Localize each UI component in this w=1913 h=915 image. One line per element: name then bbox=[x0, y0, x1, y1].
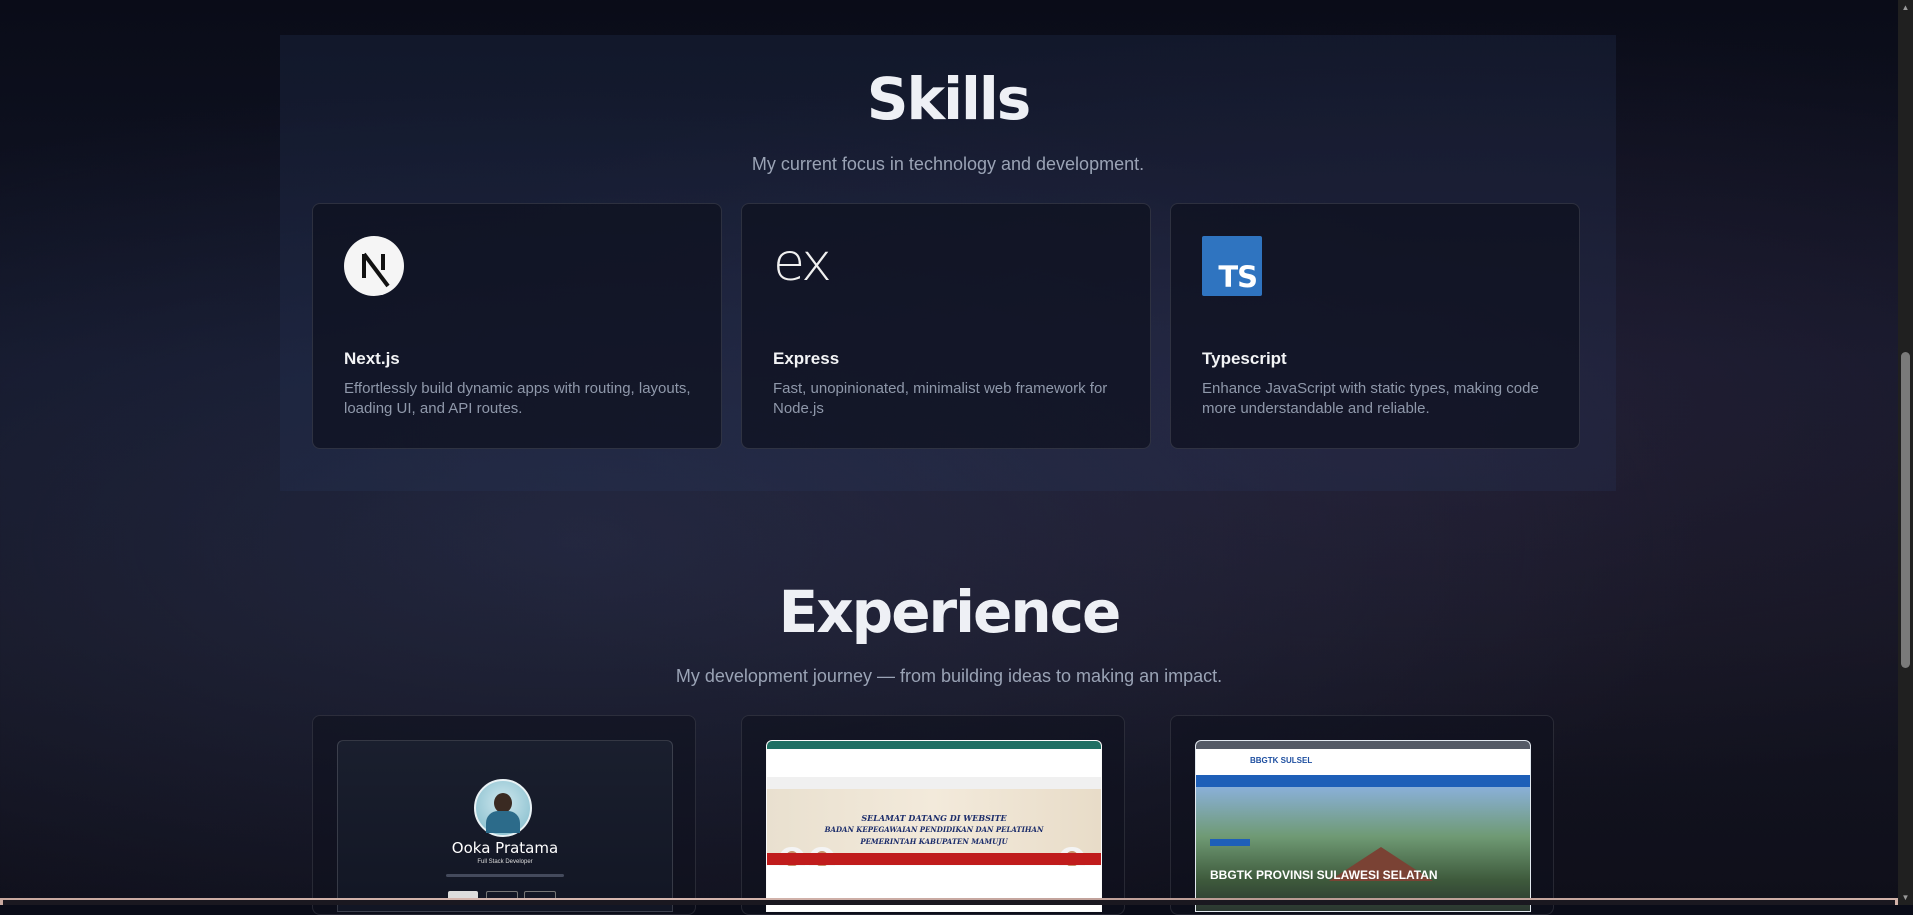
skill-description: Fast, unopinionated, minimalist web fram… bbox=[773, 380, 1108, 417]
express-icon: ex bbox=[773, 236, 833, 296]
hero-title: BBGTK PROVINSI SULAWESI SELATAN bbox=[1210, 868, 1438, 882]
shot-text-line bbox=[446, 874, 564, 877]
experience-card-portfolio[interactable]: Ooka Pratama Full Stack Developer bbox=[312, 715, 696, 915]
site-header bbox=[767, 749, 1101, 778]
skill-description: Enhance JavaScript with static types, ma… bbox=[1202, 380, 1539, 417]
project-screenshot: Ooka Pratama Full Stack Developer bbox=[337, 740, 673, 912]
experience-card-bbgtk[interactable]: BBGTK SULSEL BBGTK PROVINSI SULAWESI SEL… bbox=[1170, 715, 1554, 915]
hero-image bbox=[1196, 787, 1530, 911]
skill-description: Effortlessly build dynamic apps with rou… bbox=[344, 380, 691, 417]
window-border-inner bbox=[3, 900, 1895, 905]
experience-title: Experience bbox=[778, 578, 1122, 646]
project-screenshot: SELAMAT DATANG DI WEBSITE BADAN KEPEGAWA… bbox=[766, 740, 1102, 912]
banner-strip bbox=[767, 853, 1101, 865]
skill-card-typescript[interactable]: TS Typescript Enhance JavaScript with st… bbox=[1170, 203, 1580, 449]
site-nav bbox=[1196, 775, 1530, 787]
avatar bbox=[474, 779, 532, 837]
skill-card-express[interactable]: ex Express Fast, unopinionated, minimali… bbox=[741, 203, 1151, 449]
nextjs-icon bbox=[344, 236, 404, 296]
scrollbar-thumb[interactable] bbox=[1901, 352, 1910, 668]
banner-line: SELAMAT DATANG DI WEBSITE bbox=[861, 813, 1007, 823]
experience-card-bkpp[interactable]: SELAMAT DATANG DI WEBSITE BADAN KEPEGAWA… bbox=[741, 715, 1125, 915]
typescript-logo-text: TS bbox=[1218, 260, 1258, 294]
skills-title: Skills bbox=[866, 65, 1032, 133]
page: Skills My current focus in technology an… bbox=[0, 0, 1898, 915]
skill-name: Express bbox=[773, 349, 840, 368]
skills-subtitle: My current focus in technology and devel… bbox=[751, 154, 1145, 174]
skill-name: Next.js bbox=[344, 349, 400, 368]
skill-name: Typescript bbox=[1202, 349, 1287, 368]
scroll-up-icon[interactable]: ▲ bbox=[1901, 3, 1910, 12]
browser-bar bbox=[767, 741, 1101, 749]
skills-section: Skills My current focus in technology an… bbox=[280, 35, 1616, 491]
scroll-down-icon[interactable]: ▼ bbox=[1901, 893, 1910, 902]
project-screenshot: BBGTK SULSEL BBGTK PROVINSI SULAWESI SEL… bbox=[1195, 740, 1531, 912]
shot-role: Full Stack Developer bbox=[477, 859, 533, 865]
experience-subtitle: My development journey — from building i… bbox=[675, 666, 1223, 686]
hero-tag bbox=[1210, 839, 1250, 846]
site-menu bbox=[767, 777, 1101, 789]
site-header bbox=[1196, 749, 1530, 775]
express-logo-text: ex bbox=[773, 233, 832, 293]
browser-bar bbox=[1196, 741, 1530, 749]
shot-name: Ooka Pratama bbox=[451, 839, 559, 857]
typescript-icon: TS bbox=[1202, 236, 1262, 296]
site-logo: BBGTK SULSEL bbox=[1250, 756, 1313, 765]
mini-navbar bbox=[338, 741, 672, 755]
banner-line: BADAN KEPEGAWAIAN PENDIDIKAN DAN PELATIH… bbox=[824, 825, 1044, 834]
scrollbar[interactable]: ▲ ▼ bbox=[1898, 0, 1913, 905]
skill-card-nextjs[interactable]: Next.js Effortlessly build dynamic apps … bbox=[312, 203, 722, 449]
banner-line: PEMERINTAH KABUPATEN MAMUJU bbox=[860, 837, 1008, 846]
